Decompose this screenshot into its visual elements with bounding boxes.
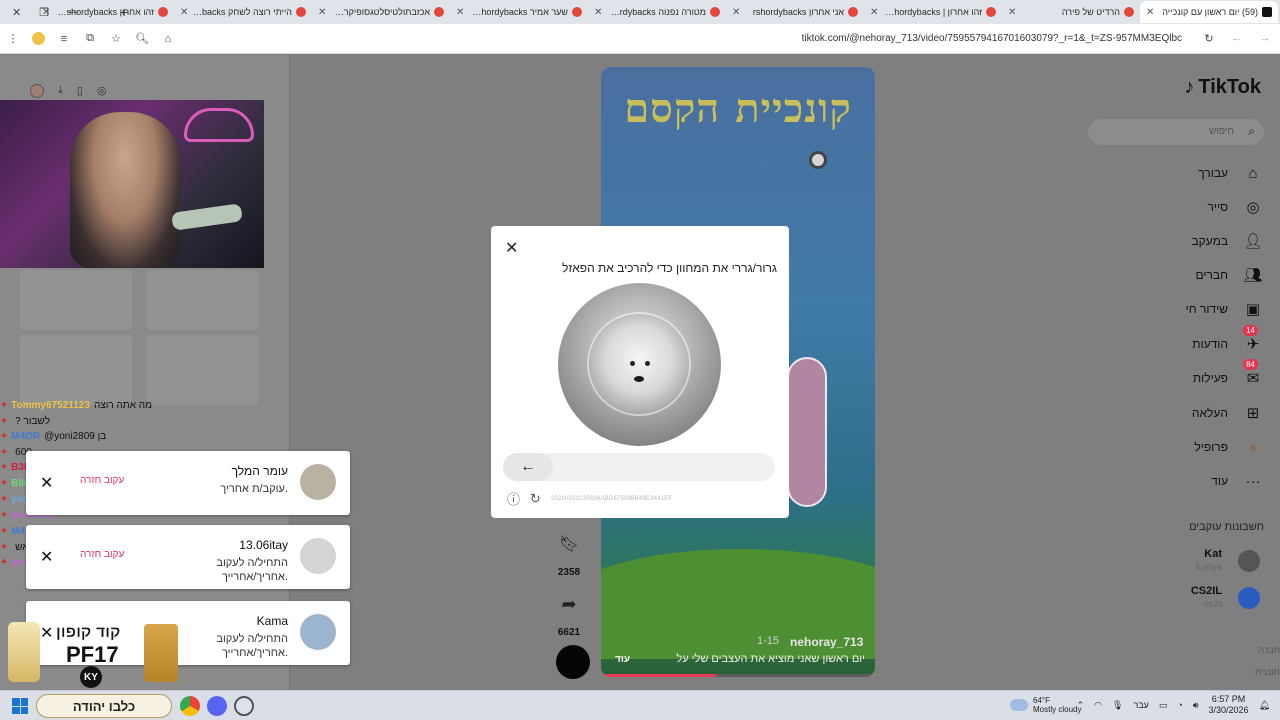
- tiktok-page: ⤓ ▯ ◎ ✦ Tommy67521123 מה אתה רוצה ✦ ? לשבו…: [0, 55, 1280, 690]
- slider-handle[interactable]: ←: [503, 453, 553, 481]
- tab-title: (59) יום ראשון עם קונכייה: [1162, 7, 1258, 17]
- tab-close-icon[interactable]: ✕: [456, 7, 464, 18]
- captcha-modal: ✕ גרור/גררי את המחוון כדי להרכיב את הפאז…: [491, 226, 789, 518]
- mic-icon[interactable]: 🎙︎: [1112, 700, 1123, 711]
- tab-close-icon[interactable]: ✕: [180, 7, 188, 18]
- display-icon[interactable]: ▭: [1159, 700, 1168, 711]
- tab-close-icon[interactable]: ✕: [870, 7, 878, 18]
- browser-tab[interactable]: אכזבתולטיסלטגסופיקרמגה ✕: [312, 1, 450, 23]
- tab-close-icon[interactable]: ✕: [318, 7, 326, 18]
- info-icon[interactable]: ⓘ: [507, 489, 520, 508]
- dog-eyes: [630, 361, 650, 369]
- tiktok-favicon-icon: [1262, 7, 1272, 17]
- chrome-icon[interactable]: [180, 696, 200, 716]
- reddit-favicon-icon: [296, 7, 306, 17]
- menu-dots-icon[interactable]: ⋮: [6, 32, 20, 46]
- screen: { "browser": { "tabs": [ {"title": "(59)…: [0, 0, 1280, 720]
- obs-icon[interactable]: [234, 696, 254, 716]
- tab-close-icon[interactable]: ✕: [1146, 7, 1154, 18]
- browser-tab[interactable]: זהו אחרון r/theshordybacks ✕: [36, 1, 174, 23]
- browser-tab[interactable]: אני אחרון rshordybacks ✕: [726, 1, 864, 23]
- tab-close-icon[interactable]: ✕: [42, 7, 50, 18]
- close-window-icon[interactable]: ✕: [12, 6, 21, 19]
- browser-tab[interactable]: הייתי רוצה לשחק rdybacks ✕: [174, 1, 312, 23]
- weather-temp: 64°F: [1033, 696, 1050, 705]
- taskbar: כלבו יהודה 64°F Mostly cloudy ⌃ ◠ 🎙︎ עבר…: [0, 690, 1280, 720]
- tab-title: אכזבתולטיסלטגסופיקרמגה: [330, 7, 430, 17]
- captcha-tools: ⓘ ↻ 202b0333235636ABD875096B48E3441EF: [507, 489, 672, 508]
- chevron-up-icon[interactable]: ⌃: [1077, 700, 1085, 711]
- weather-widget[interactable]: 64°F Mostly cloudy: [1010, 696, 1081, 714]
- network-icon[interactable]: ◠: [1094, 700, 1102, 711]
- wifi-icon[interactable]: ◔: [1177, 700, 1182, 710]
- clock-time: 6:57 PM: [1211, 694, 1246, 704]
- back-icon[interactable]: →: [1258, 31, 1272, 45]
- reddit-favicon-icon: [572, 7, 582, 17]
- reload-icon[interactable]: ↻: [1202, 31, 1216, 45]
- windows-start-icon[interactable]: [12, 698, 28, 714]
- clock[interactable]: 6:57 PM 3/30/2026: [1209, 694, 1249, 716]
- stream-ticker: כלבו יהודה: [36, 694, 172, 718]
- reddit-favicon-icon: [986, 7, 996, 17]
- browser-tab[interactable]: זהו אחרון | r/theshordybacks ✕: [864, 1, 1002, 23]
- tab-title: זהו אחרון r/theshordybacks: [54, 7, 154, 17]
- reddit-favicon-icon: [434, 7, 444, 17]
- captcha-code: 202b0333235636ABD875096B48E3441EF: [550, 495, 673, 502]
- browser-tab[interactable]: שער אמיר r/theshordybacks ✕: [450, 1, 588, 23]
- cloud-icon: [1010, 699, 1028, 711]
- dog-nose: [634, 376, 644, 382]
- browser-tab-strip: ✕ ❐ — + (59) יום ראשון עם קונכייה ✕ הרדיט …: [0, 0, 1280, 24]
- address-bar: ⋮ ≡ ⧉ ☆ 🔍︎ ⌂ tiktok.com/@nehoray_713/vid…: [0, 24, 1280, 54]
- reddit-favicon-icon: [710, 7, 720, 17]
- extensions-icon[interactable]: ≡: [57, 32, 71, 46]
- captcha-instruction: גרור/גררי את המחוון כדי להרכיב את הפאזל: [561, 261, 777, 275]
- forward-icon[interactable]: ←: [1230, 31, 1244, 45]
- language-indicator[interactable]: עבר: [1133, 700, 1148, 710]
- clock-date: 3/30/2026: [1208, 705, 1249, 715]
- discord-icon[interactable]: [207, 696, 227, 716]
- refresh-icon[interactable]: ↻: [530, 491, 541, 507]
- browser-tab[interactable]: מטורה נפנוה eshordybacks ✕: [588, 1, 726, 23]
- browser-tab[interactable]: הרדיט של פירה ✕: [1002, 1, 1140, 23]
- tab-title: זהו אחרון | r/theshordybacks: [882, 7, 982, 17]
- captcha-puzzle-image: [558, 283, 721, 446]
- system-tray: ⌃ ◠ 🎙︎ עבר ▭ ◔ 🔊︎ 6:57 PM 3/30/2026 🔔︎: [1077, 694, 1270, 716]
- reddit-favicon-icon: [158, 7, 168, 17]
- tab-title: מטורה נפנוה eshordybacks: [606, 7, 706, 17]
- page-info-icon[interactable]: ⌂: [161, 32, 175, 46]
- url-field[interactable]: tiktok.com/@nehoray_713/video/7595579416…: [802, 33, 1182, 44]
- tab-title: הייתי רוצה לשחק rdybacks: [192, 7, 292, 17]
- arrow-left-icon: ←: [520, 458, 536, 475]
- profile-avatar-icon[interactable]: [32, 32, 45, 45]
- captcha-slider-track[interactable]: ←: [503, 453, 775, 481]
- weather-desc: Mostly cloudy: [1033, 705, 1082, 714]
- tab-title: הרדיט של פירה: [1061, 7, 1120, 17]
- tab-title: שער אמיר r/theshordybacks: [468, 7, 568, 17]
- tab-close-icon[interactable]: ✕: [1008, 7, 1016, 18]
- puzzle-extension-icon[interactable]: ⧉: [83, 32, 97, 46]
- browser-tab[interactable]: (59) יום ראשון עם קונכייה ✕: [1140, 1, 1278, 23]
- bookmark-star-icon[interactable]: ☆: [109, 32, 123, 46]
- volume-icon[interactable]: 🔊︎: [1193, 700, 1199, 711]
- zoom-icon[interactable]: 🔍︎: [135, 32, 149, 46]
- tab-title: אני אחרון rshordybacks: [752, 7, 844, 17]
- tab-close-icon[interactable]: ✕: [732, 7, 740, 18]
- close-icon[interactable]: ✕: [505, 238, 518, 258]
- reddit-favicon-icon: [1124, 7, 1134, 17]
- notifications-icon[interactable]: 🔔︎: [1259, 700, 1270, 711]
- reddit-favicon-icon: [848, 7, 858, 17]
- tab-close-icon[interactable]: ✕: [594, 7, 602, 18]
